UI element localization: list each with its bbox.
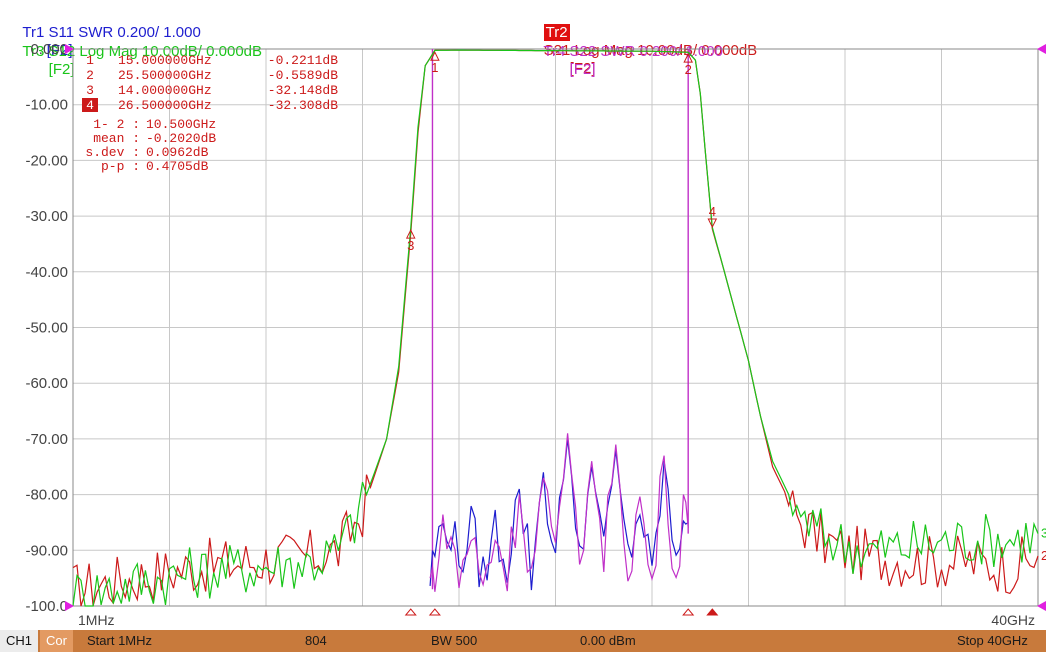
trace-end-label: 3 xyxy=(1041,526,1046,541)
marker-stat-value: 0.0962dB xyxy=(146,145,209,160)
marker-axis-indicator xyxy=(404,608,417,616)
marker-row-value: -0.5589dB xyxy=(268,68,338,83)
x-axis-ticks: 1MHz 40GHz xyxy=(78,612,1035,628)
points-count[interactable]: 804 xyxy=(305,630,327,652)
y-tick-label: -30.00 xyxy=(25,208,68,225)
marker-number: 1 xyxy=(431,60,438,75)
y-tick-label: -40.00 xyxy=(25,264,68,281)
marker-stat-label: p-p : xyxy=(101,159,140,174)
marker-row-freq: 15.000000GHz xyxy=(118,53,212,68)
marker-number: 3 xyxy=(407,238,414,253)
marker-axis-indicator xyxy=(428,608,441,616)
y-tick-label: -50.00 xyxy=(25,320,68,337)
marker-row-value: -32.148dB xyxy=(268,83,338,98)
marker-stat-label: mean : xyxy=(93,131,140,146)
source-power[interactable]: 0.00 dBm xyxy=(580,630,636,652)
marker-row-num: 1 xyxy=(86,53,94,68)
marker-stat-value: 0.4705dB xyxy=(146,159,209,174)
marker-stat-value: 10.500GHz xyxy=(146,117,216,132)
y-tick-label: -10.00 xyxy=(25,97,68,114)
y-tick-label: -60.00 xyxy=(25,375,68,392)
marker-stat-label: s.dev : xyxy=(85,145,140,160)
y-tick-label: -80.00 xyxy=(25,487,68,504)
plot-grid xyxy=(73,48,1038,607)
marker-row-freq: 26.500000GHz xyxy=(118,98,212,113)
marker-number: 4 xyxy=(709,204,716,219)
marker-row-freq: 25.500000GHz xyxy=(118,68,212,83)
marker-number: 2 xyxy=(685,62,692,77)
marker-axis-indicator xyxy=(682,608,695,616)
marker-axis-indicator xyxy=(706,608,719,616)
trace-end-label: 2 xyxy=(1041,548,1046,563)
x-tick-label-start: 1MHz xyxy=(78,612,115,628)
start-frequency[interactable]: Start 1MHz xyxy=(87,630,152,652)
if-bandwidth[interactable]: BW 500 xyxy=(431,630,477,652)
y-tick-label: 0.000 xyxy=(30,41,68,58)
x-tick-label-stop: 40GHz xyxy=(991,612,1035,628)
marker-stat-value: -0.2020dB xyxy=(146,131,216,146)
stop-frequency[interactable]: Stop 40GHz xyxy=(957,630,1028,652)
marker-row-num: 4 xyxy=(86,98,94,113)
y-tick-label: -70.00 xyxy=(25,431,68,448)
measurement-plot[interactable]: 0.000 -10.00 -20.00 -30.00 -40.00 -50.00 -60.0… xyxy=(0,0,1046,630)
marker-table: 1 15.000000GHz -0.2211dB 2 25.500000GHz -0.55… xyxy=(82,53,338,174)
marker-row-num: 2 xyxy=(86,68,94,83)
channel-indicator[interactable]: CH1 xyxy=(0,630,39,652)
marker-stat-label: 1- 2 : xyxy=(93,117,140,132)
y-tick-label: -90.00 xyxy=(25,542,68,559)
trace-tr4-line[interactable] xyxy=(429,433,689,592)
y-tick-label: -20.00 xyxy=(25,152,68,169)
vna-screen: Tr1 S11 SWR 0.200/ 1.000 [F2] Tr3 S12 Lo… xyxy=(0,0,1046,652)
y-axis-ticks: 0.000 -10.00 -20.00 -30.00 -40.00 -50.00 -60.0… xyxy=(25,41,68,615)
marker-row-value: -0.2211dB xyxy=(268,53,338,68)
marker-row-num: 3 xyxy=(86,83,94,98)
y-tick-label: -100.0 xyxy=(25,598,68,615)
marker-row-value: -32.308dB xyxy=(268,98,338,113)
status-bar: CH1 Cor Start 1MHz 804 BW 500 0.00 dBm S… xyxy=(0,630,1046,652)
correction-indicator[interactable]: Cor xyxy=(40,630,73,652)
marker-row-freq: 14.000000GHz xyxy=(118,83,212,98)
